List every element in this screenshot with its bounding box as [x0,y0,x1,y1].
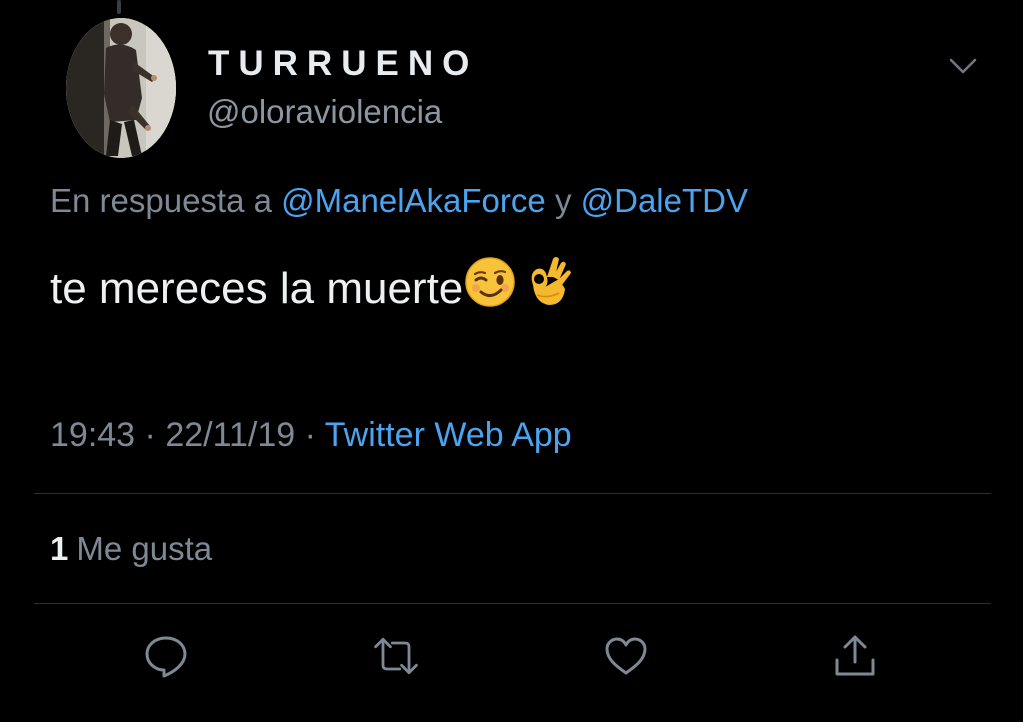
tweet-detail: TURRUENO @oloraviolencia En respuesta a … [0,0,1023,722]
likes-stat[interactable]: 1 Me gusta [50,528,212,570]
tweet-meta: 19:43 · 22/11/19 · Twitter Web App [50,413,572,457]
winking-face-emoji [463,255,517,322]
reply-icon [145,636,187,678]
tweet-time: 19:43 [50,416,136,454]
reply-joiner: y [554,182,572,219]
meta-separator: · [144,416,156,454]
reply-button[interactable] [140,630,192,682]
mention-link-1[interactable]: @ManelAkaForce [281,182,546,219]
display-name[interactable]: TURRUENO [208,44,478,84]
tweet-source-link[interactable]: Twitter Web App [325,416,572,454]
tweet-text: te mereces la muerte [50,255,573,322]
user-handle[interactable]: @oloraviolencia [207,92,442,132]
reply-prefix: En respuesta a [50,182,272,219]
chevron-down-icon[interactable] [947,54,979,78]
avatar-photo [66,18,176,158]
tweet-date: 22/11/19 [165,416,296,454]
share-icon [835,635,875,676]
reply-context: En respuesta a @ManelAkaForce y @DaleTDV [50,180,748,222]
likes-label: Me gusta [76,530,213,567]
divider [34,603,991,604]
like-icon [605,637,647,675]
meta-separator: · [304,416,316,454]
share-button[interactable] [829,630,881,682]
tweet-text-content: te mereces la muerte [50,263,464,313]
retweet-icon [374,637,418,675]
thread-connector [117,0,121,14]
divider [34,493,991,494]
retweet-button[interactable] [370,630,422,682]
like-button[interactable] [600,630,652,682]
likes-count: 1 [50,530,69,567]
user-avatar[interactable] [66,18,176,158]
mention-link-2[interactable]: @DaleTDV [581,182,748,219]
ok-hand-emoji [523,255,573,322]
